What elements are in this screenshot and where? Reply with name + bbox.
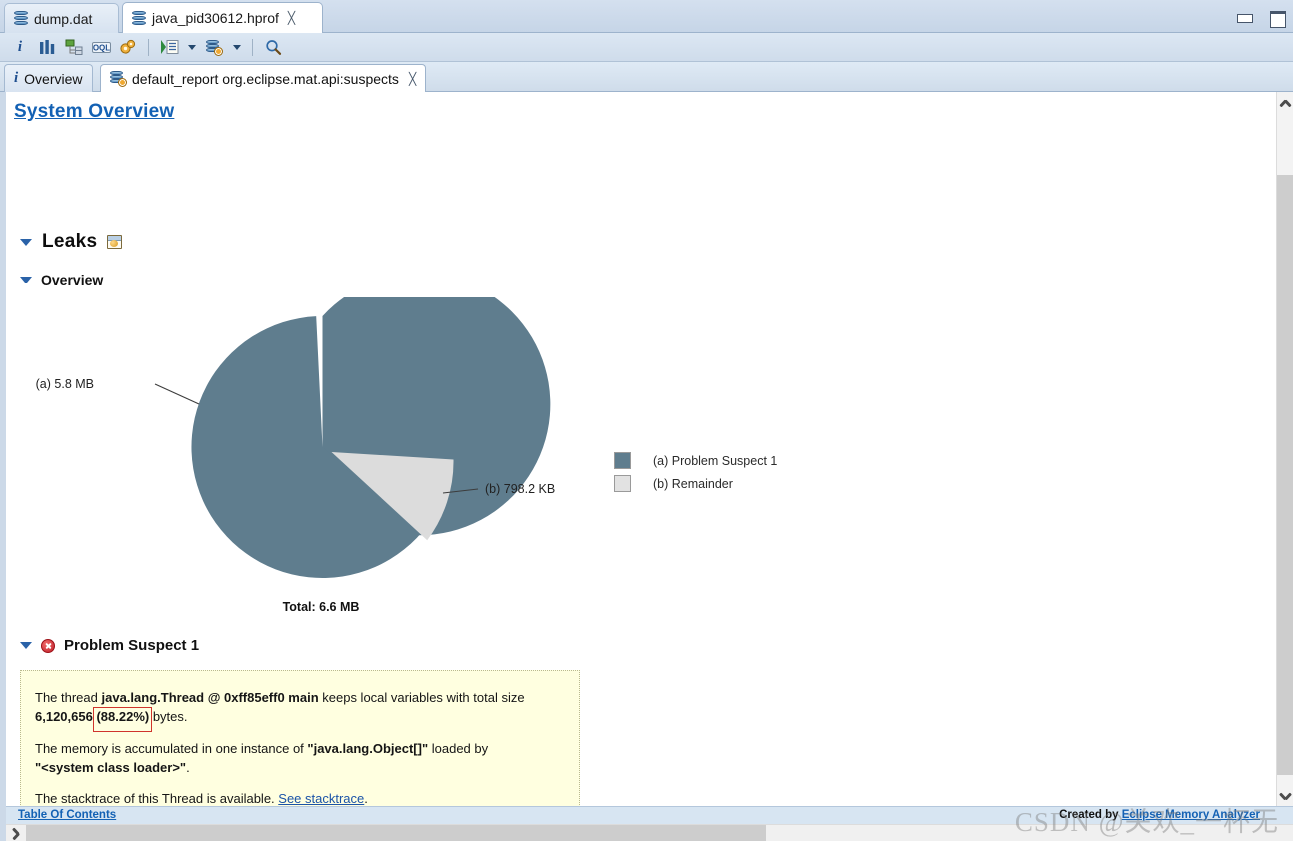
suspect-line-1: The thread java.lang.Thread @ 0xff85eff0…: [35, 689, 557, 732]
find-button[interactable]: [261, 36, 285, 59]
memory-pie-chart: (a) 5.8 MB (b) 798.2 KB Total: 6.6 MB (a…: [6, 297, 866, 622]
chevron-down-icon[interactable]: [20, 277, 32, 283]
retained-percent-highlight: (88.22%): [93, 706, 153, 732]
text: .: [186, 759, 190, 775]
close-icon[interactable]: ╳: [409, 72, 416, 86]
scroll-up-arrow[interactable]: [1277, 94, 1293, 111]
info-icon: i: [14, 70, 19, 86]
window-controls: [1235, 0, 1286, 33]
tab-label: Overview: [24, 70, 83, 87]
toolbar-separator: [148, 38, 149, 56]
dominator-tree-icon: [65, 39, 83, 55]
tab-label: default_report org.eclipse.mat.api:suspe…: [132, 70, 399, 87]
editor-tab-dump-dat[interactable]: dump.dat: [4, 3, 119, 33]
error-icon: [41, 638, 55, 653]
chevron-down-icon[interactable]: [20, 642, 32, 649]
callout-line-a: [154, 383, 200, 405]
maximize-icon[interactable]: [1267, 9, 1286, 28]
text: loaded by: [428, 740, 489, 756]
query-browser-button[interactable]: [202, 36, 226, 59]
callout-label-b: (b) 798.2 KB: [485, 482, 555, 496]
thread-name: java.lang.Thread @ 0xff85eff0 main: [101, 690, 319, 705]
report-icon: [110, 71, 127, 87]
horizontal-scrollbar[interactable]: [6, 824, 1293, 841]
credit-text: Created by Eclipse Memory Analyzer: [1059, 809, 1260, 821]
legend-item-b[interactable]: (b) Remainder: [614, 472, 777, 495]
run-report-icon: [160, 40, 178, 54]
gear-icon: [120, 39, 136, 54]
eclipse-memory-analyzer-link[interactable]: Eclipse Memory Analyzer: [1122, 809, 1260, 821]
main-toolbar: i OQL: [0, 33, 1293, 62]
editor-tab-java-pid30612-hprof[interactable]: java_pid30612.hprof ╳: [122, 2, 323, 33]
problem-suspect-description: The thread java.lang.Thread @ 0xff85eff0…: [20, 670, 580, 806]
dominator-tree-button[interactable]: [62, 36, 86, 59]
pie-total-label: Total: 6.6 MB: [282, 600, 360, 614]
run-expert-system-button[interactable]: [157, 36, 181, 59]
close-icon[interactable]: ╳: [288, 12, 295, 24]
chart-legend: (a) Problem Suspect 1 (b) Remainder: [614, 449, 777, 495]
section-title: Overview: [41, 272, 104, 288]
see-stacktrace-link[interactable]: See stacktrace: [278, 791, 364, 806]
class-loader: "<system class loader>": [35, 759, 187, 775]
query-browser-dropdown-arrow[interactable]: [229, 36, 244, 59]
oql-icon: OQL: [91, 41, 111, 53]
section-problem-suspect-header: Problem Suspect 1: [20, 637, 199, 654]
scroll-left-arrow[interactable]: [8, 825, 25, 841]
chevron-down-icon[interactable]: [20, 238, 32, 246]
callout-label-a: (a) 5.8 MB: [36, 377, 94, 391]
table-of-contents-link[interactable]: Table Of Contents: [18, 809, 116, 821]
leak-report-icon[interactable]: [107, 235, 123, 249]
heap-dump-icon: [14, 11, 28, 26]
report-canvas: System Overview Leaks Overview (a) 5.8 M…: [6, 92, 1262, 806]
legend-label-a: (a) Problem Suspect 1: [653, 453, 778, 468]
tab-default-report-suspects[interactable]: default_report org.eclipse.mat.api:suspe…: [100, 64, 427, 92]
report-content: System Overview Leaks Overview (a) 5.8 M…: [0, 92, 1293, 806]
oql-button[interactable]: OQL: [89, 36, 113, 59]
editor-tab-label: dump.dat: [34, 10, 93, 27]
text: .: [364, 791, 368, 806]
legend-item-a[interactable]: (a) Problem Suspect 1: [614, 449, 777, 472]
search-icon: [265, 39, 281, 55]
total-size-bytes: 6,120,656: [35, 708, 93, 724]
editor-tab-label: java_pid30612.hprof: [152, 10, 279, 26]
histogram-icon: [39, 39, 54, 54]
scroll-down-arrow[interactable]: [1277, 787, 1293, 804]
section-leaks-header: Leaks: [20, 231, 123, 253]
legend-label-b: (b) Remainder: [653, 476, 733, 491]
vertical-scrollbar-thumb[interactable]: [1277, 175, 1293, 775]
report-footer: Table Of Contents Created by Eclipse Mem…: [6, 806, 1293, 825]
svg-text:OQL: OQL: [92, 43, 109, 52]
inspector-button[interactable]: [116, 36, 140, 59]
heap-dump-icon: [132, 10, 146, 26]
accumulating-class: "java.lang.Object[]": [307, 740, 429, 756]
overview-info-button[interactable]: i: [8, 36, 32, 59]
vertical-scrollbar[interactable]: [1276, 92, 1293, 806]
suspect-line-2: The memory is accumulated in one instanc…: [35, 740, 557, 778]
query-browser-icon: [206, 39, 223, 56]
text: The thread: [35, 690, 102, 705]
tab-overview[interactable]: i Overview: [4, 64, 93, 92]
info-icon: i: [17, 38, 23, 55]
editor-tab-bar: dump.dat java_pid30612.hprof ╳: [0, 0, 1293, 33]
legend-swatch-b: [614, 475, 631, 492]
horizontal-scrollbar-thumb[interactable]: [26, 825, 766, 841]
report-tab-bar: i Overview default_report org.eclipse.ma…: [0, 62, 1293, 92]
page-title[interactable]: System Overview: [14, 101, 174, 123]
toolbar-separator: [252, 38, 253, 56]
eclipse-mat-window: dump.dat java_pid30612.hprof ╳ i OQL i O…: [0, 0, 1293, 841]
section-overview-header: Overview: [20, 272, 103, 288]
run-report-dropdown-arrow[interactable]: [184, 36, 199, 59]
text: The stacktrace of this Thread is availab…: [35, 791, 279, 806]
legend-swatch-a: [614, 452, 631, 469]
text: bytes.: [149, 708, 188, 724]
text: keeps local variables with total size: [318, 690, 525, 705]
histogram-button[interactable]: [35, 36, 59, 59]
section-title: Leaks: [42, 231, 98, 252]
minimize-icon[interactable]: [1235, 9, 1253, 25]
credit-prefix: Created by: [1059, 809, 1122, 821]
suspect-line-3: The stacktrace of this Thread is availab…: [35, 790, 557, 806]
text: The memory is accumulated in one instanc…: [35, 740, 308, 756]
section-title: Problem Suspect 1: [64, 637, 200, 654]
